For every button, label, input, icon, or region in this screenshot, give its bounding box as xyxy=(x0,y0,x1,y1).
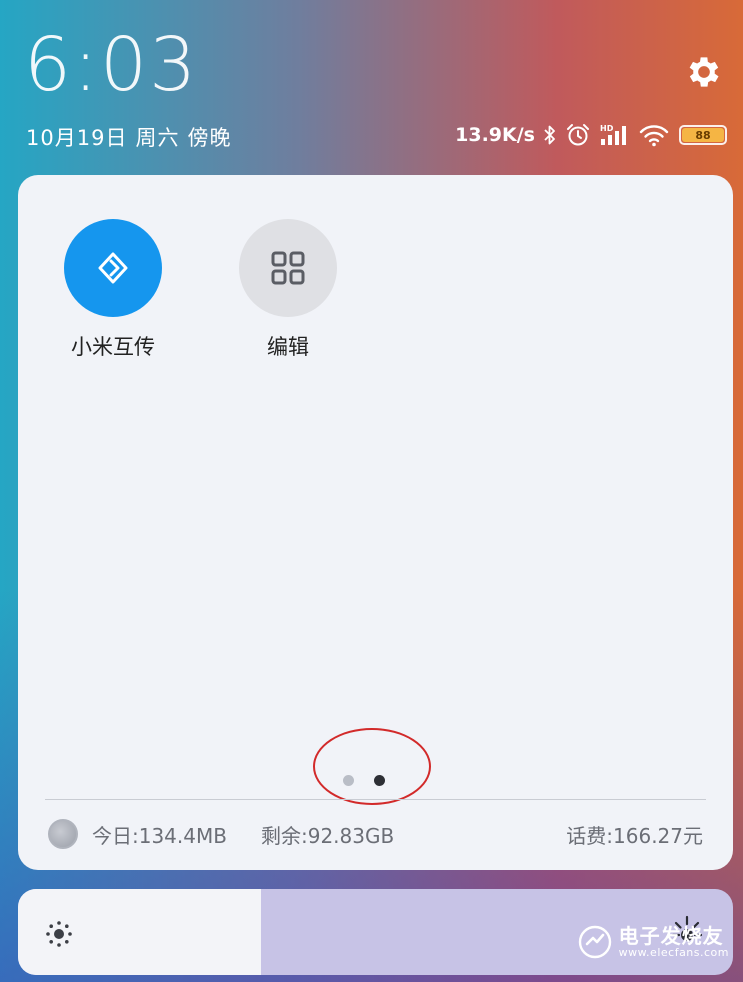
date-line: 10月19日 周六 傍晚 xyxy=(26,122,231,152)
network-speed: 13.9K/s xyxy=(455,124,535,146)
watermark-brand: 电子发烧友 xyxy=(618,923,724,948)
page-dot-2[interactable] xyxy=(374,775,385,786)
data-usage-icon xyxy=(48,819,78,849)
brightness-low-icon xyxy=(46,921,72,947)
tile-edit[interactable]: 编辑 xyxy=(223,219,353,361)
svg-text:HD: HD xyxy=(600,124,614,133)
divider xyxy=(45,799,706,800)
hd-signal-icon: HD xyxy=(600,124,626,145)
watermark-url: www.elecfans.com xyxy=(618,945,729,959)
mi-transfer-button[interactable] xyxy=(64,219,162,317)
day-period: 傍晚 xyxy=(187,126,232,150)
page-indicator[interactable] xyxy=(343,775,385,786)
date: 10月19日 xyxy=(26,126,128,150)
gear-icon[interactable] xyxy=(684,52,724,92)
site-watermark: 电子发烧友 www.elecfans.com xyxy=(577,924,729,960)
battery-indicator: 88 xyxy=(679,125,727,145)
usage-remaining: 剩余:92.83GB xyxy=(260,823,395,848)
bluetooth-icon xyxy=(544,125,555,145)
mi-transfer-icon xyxy=(98,252,128,284)
tile-mi-transfer[interactable]: 小米互传 xyxy=(48,219,178,361)
elecfans-logo-icon xyxy=(578,925,611,959)
status-bar: 13.9K/s HD 88 xyxy=(455,120,727,150)
alarm-icon xyxy=(567,124,589,146)
wifi-icon xyxy=(639,125,669,147)
weekday: 周六 xyxy=(135,126,180,150)
page-dot-1[interactable] xyxy=(343,775,354,786)
control-center-panel: 小米互传 编辑 今日:134.4MB 剩余:92.83GB 话费:166.27元 xyxy=(18,175,733,870)
edit-button[interactable] xyxy=(239,219,337,317)
annotation-circle xyxy=(313,728,431,805)
tile-label: 编辑 xyxy=(267,335,309,359)
data-usage-row[interactable]: 今日:134.4MB 剩余:92.83GB 话费:166.27元 xyxy=(48,819,703,849)
grid-edit-icon xyxy=(271,251,305,285)
clock-time: 6:03 xyxy=(24,22,199,108)
usage-today: 今日:134.4MB xyxy=(92,823,227,848)
battery-level: 88 xyxy=(682,128,724,142)
tile-label: 小米互传 xyxy=(71,335,155,359)
phone-balance: 话费:166.27元 xyxy=(566,823,703,848)
